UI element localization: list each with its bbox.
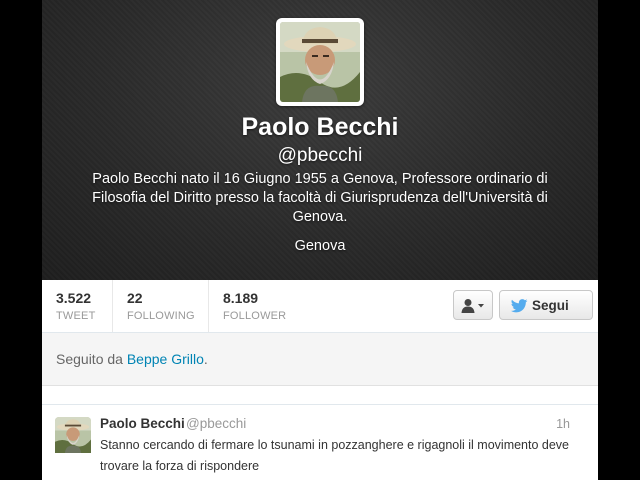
followed-by-text: Seguito da Beppe Grillo. xyxy=(56,351,208,367)
profile-location: Genova xyxy=(294,238,346,254)
tweet-author-name[interactable]: Paolo Becchi xyxy=(100,416,185,431)
stat-following-label: FOLLOWING xyxy=(127,310,195,322)
tweet-text: Stanno cercando di fermare lo tsunami in… xyxy=(100,438,570,473)
user-actions-dropdown-button[interactable] xyxy=(453,290,493,320)
tweet-avatar[interactable] xyxy=(55,417,91,458)
followed-by-user-link[interactable]: Beppe Grillo xyxy=(127,351,204,367)
followed-by-prefix: Seguito da xyxy=(56,351,127,367)
profile-header: Paolo Becchi @pbecchi Paolo Becchi nato … xyxy=(42,0,598,280)
profile-bio: Paolo Becchi nato il 16 Giugno 1955 a Ge… xyxy=(92,171,548,225)
follow-button-label: Segui xyxy=(532,298,569,313)
stat-followers[interactable]: 8.189 FOLLOWER xyxy=(208,280,305,332)
avatar-photo-icon xyxy=(280,22,360,102)
stat-following-value: 22 xyxy=(127,290,143,306)
stat-following[interactable]: 22 FOLLOWING xyxy=(112,280,209,332)
section-divider xyxy=(42,386,598,405)
profile-handle: @pbecchi xyxy=(277,145,363,166)
tweet-author-handle[interactable]: @pbecchi xyxy=(186,416,246,431)
stat-tweets[interactable]: 3.522 TWEET xyxy=(42,280,112,332)
stat-followers-label: FOLLOWER xyxy=(223,310,287,322)
followed-by-banner: Seguito da Beppe Grillo. xyxy=(42,333,598,386)
twitter-bird-icon xyxy=(511,299,528,313)
stat-followers-value: 8.189 xyxy=(223,290,259,306)
stat-tweets-label: TWEET xyxy=(56,310,96,322)
stat-tweets-value: 3.522 xyxy=(56,290,92,306)
user-dropdown-icon xyxy=(461,299,484,313)
followed-by-suffix: . xyxy=(203,351,208,367)
profile-name: Paolo Becchi xyxy=(241,113,399,141)
avatar-photo-icon xyxy=(55,417,91,453)
tweet-item[interactable]: Paolo Becchi @pbecchi 1h Stanno cercando… xyxy=(42,405,598,480)
tweet-timestamp[interactable]: 1h xyxy=(556,417,570,431)
profile-avatar[interactable] xyxy=(276,18,364,106)
follow-button[interactable]: Segui xyxy=(499,290,593,320)
profile-page: Paolo Becchi @pbecchi Paolo Becchi nato … xyxy=(42,0,598,480)
